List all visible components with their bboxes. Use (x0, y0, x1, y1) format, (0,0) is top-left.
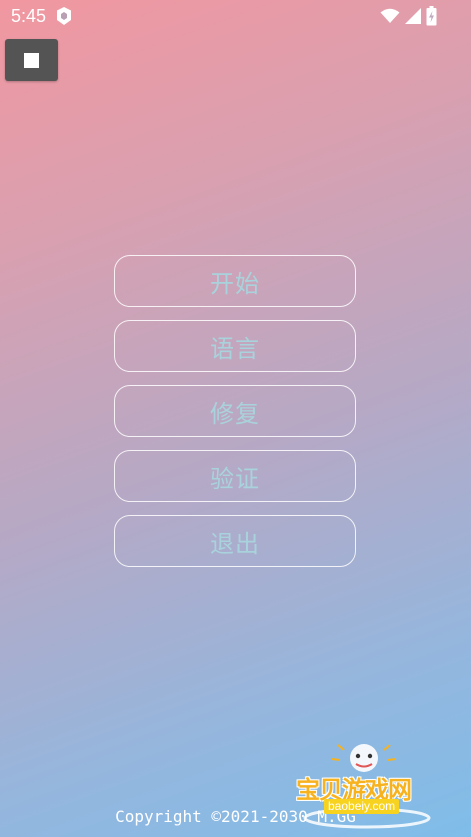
language-button[interactable]: 语言 (114, 320, 356, 372)
repair-button[interactable]: 修复 (114, 385, 356, 437)
watermark-title: 宝贝游戏网 (296, 776, 412, 804)
status-bar: 5:45 (0, 0, 471, 32)
cellular-signal-icon (404, 7, 422, 25)
copyright-text: Copyright ©2021-2030 M.GG (115, 807, 356, 826)
start-button[interactable]: 开始 (114, 255, 356, 307)
battery-charging-icon (426, 6, 437, 26)
exit-button[interactable]: 退出 (114, 515, 356, 567)
status-icons (380, 6, 437, 26)
app-notification-icon (55, 6, 73, 26)
status-time: 5:45 (11, 6, 47, 26)
wifi-icon (380, 8, 400, 24)
main-menu: 开始 语言 修复 验证 退出 (114, 255, 356, 580)
verify-button[interactable]: 验证 (114, 450, 356, 502)
stop-square-icon (24, 53, 39, 68)
stop-button[interactable] (5, 39, 58, 81)
